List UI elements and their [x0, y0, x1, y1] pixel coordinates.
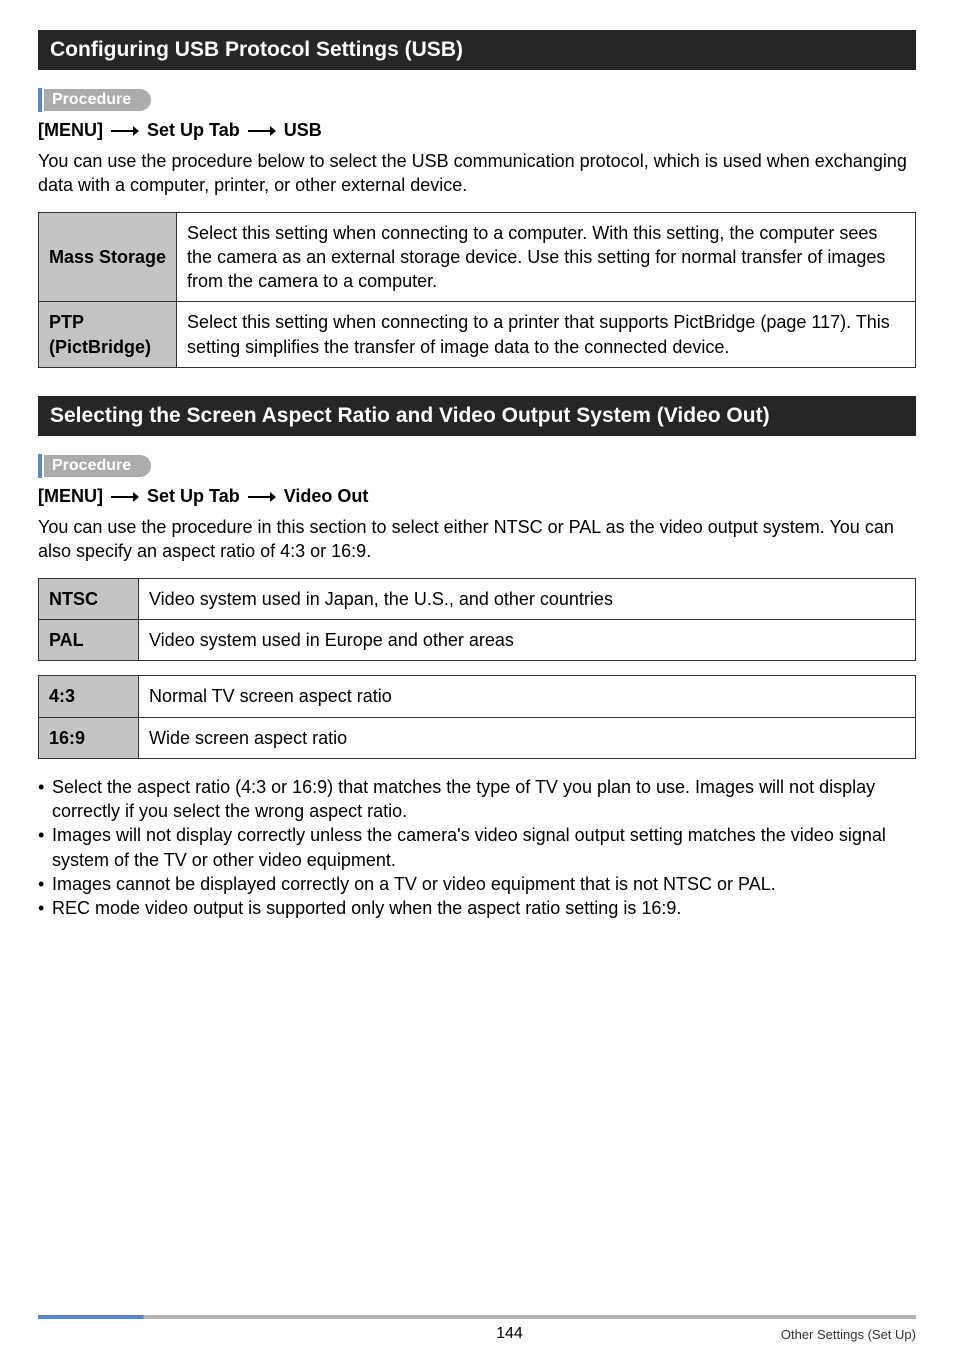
menu-path-1: [MENU] Set Up Tab USB [38, 120, 916, 141]
list-item: Images cannot be displayed correctly on … [38, 872, 916, 896]
table-key: 16:9 [39, 717, 139, 758]
list-item: Select the aspect ratio (4:3 or 16:9) th… [38, 775, 916, 824]
arrow-right-icon [248, 125, 276, 137]
procedure-bar-1: Procedure [38, 88, 916, 112]
section2-table-2: 4:3 Normal TV screen aspect ratio 16:9 W… [38, 675, 916, 759]
table-val: Video system used in Japan, the U.S., an… [139, 578, 916, 619]
footer-row: 144 Other Settings (Set Up) [38, 1325, 916, 1343]
proc-blue-accent [38, 88, 42, 112]
table-row: PTP (PictBridge) Select this setting whe… [39, 302, 916, 368]
page-footer: 144 Other Settings (Set Up) [38, 1315, 916, 1343]
section-title-1: Configuring USB Protocol Settings (USB) [38, 30, 916, 70]
table-key: Mass Storage [39, 212, 177, 302]
procedure-label-1: Procedure [44, 89, 151, 111]
table-val: Wide screen aspect ratio [139, 717, 916, 758]
menu-path-1-item-0: [MENU] [38, 120, 103, 140]
section-title-2: Selecting the Screen Aspect Ratio and Vi… [38, 396, 916, 436]
menu-path-1-item-2: USB [284, 120, 322, 140]
table-val: Normal TV screen aspect ratio [139, 676, 916, 717]
section2-table-1: NTSC Video system used in Japan, the U.S… [38, 578, 916, 662]
table-row: NTSC Video system used in Japan, the U.S… [39, 578, 916, 619]
table-key: NTSC [39, 578, 139, 619]
table-val: Video system used in Europe and other ar… [139, 619, 916, 660]
table-row: Mass Storage Select this setting when co… [39, 212, 916, 302]
table-row: 4:3 Normal TV screen aspect ratio [39, 676, 916, 717]
section2-bullets: Select the aspect ratio (4:3 or 16:9) th… [38, 775, 916, 921]
menu-path-2-item-2: Video Out [284, 486, 369, 506]
section1-table: Mass Storage Select this setting when co… [38, 212, 916, 368]
footer-page-number: 144 [496, 1325, 523, 1343]
table-key: PTP (PictBridge) [39, 302, 177, 368]
procedure-bar-2: Procedure [38, 454, 916, 478]
table-val: Select this setting when connecting to a… [177, 302, 916, 368]
footer-section-label: Other Settings (Set Up) [781, 1327, 916, 1342]
section1-para: You can use the procedure below to selec… [38, 149, 916, 198]
procedure-label-2: Procedure [44, 455, 151, 477]
menu-path-1-item-1: Set Up Tab [147, 120, 240, 140]
table-key: 4:3 [39, 676, 139, 717]
arrow-right-icon [248, 491, 276, 503]
menu-path-2-item-1: Set Up Tab [147, 486, 240, 506]
table-row: PAL Video system used in Europe and othe… [39, 619, 916, 660]
table-val: Select this setting when connecting to a… [177, 212, 916, 302]
menu-path-2-item-0: [MENU] [38, 486, 103, 506]
section2-para: You can use the procedure in this sectio… [38, 515, 916, 564]
table-key: PAL [39, 619, 139, 660]
footer-accent-line [38, 1315, 916, 1319]
arrow-right-icon [111, 125, 139, 137]
proc-blue-accent [38, 454, 42, 478]
arrow-right-icon [111, 491, 139, 503]
list-item: REC mode video output is supported only … [38, 896, 916, 920]
table-row: 16:9 Wide screen aspect ratio [39, 717, 916, 758]
menu-path-2: [MENU] Set Up Tab Video Out [38, 486, 916, 507]
list-item: Images will not display correctly unless… [38, 823, 916, 872]
